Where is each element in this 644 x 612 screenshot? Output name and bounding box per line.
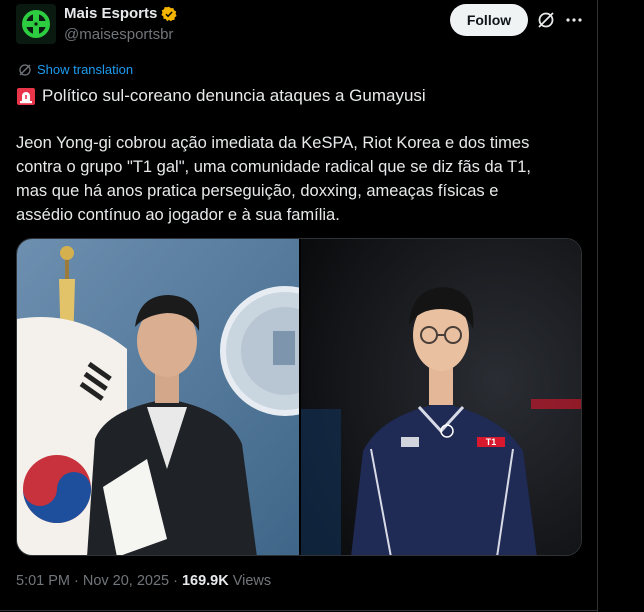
show-translation-link[interactable]: Show translation	[18, 62, 133, 77]
body-line: Jeon Yong-gi cobrou ação imediata da KeS…	[16, 134, 530, 152]
post-bottom-border	[0, 610, 597, 611]
more-dots-icon[interactable]	[564, 10, 584, 30]
post-body: Jeon Yong-gi cobrou ação imediata da KeS…	[16, 131, 586, 227]
post-metadata: 5:01 PM · Nov 20, 2025 · 169.9K Views	[16, 573, 271, 589]
post-date[interactable]: Nov 20, 2025	[83, 573, 169, 589]
photo-politician[interactable]	[17, 239, 299, 555]
column-divider	[597, 0, 598, 612]
show-translation-label: Show translation	[37, 62, 134, 77]
avatar[interactable]	[16, 4, 56, 44]
post-media: T1	[16, 238, 582, 556]
display-name[interactable]: Mais Esports	[64, 5, 157, 22]
post-headline: Político sul-coreano denuncia ataques a …	[16, 85, 586, 107]
grok-slash-icon[interactable]	[536, 10, 556, 30]
follow-button[interactable]: Follow	[450, 4, 528, 36]
author-name-row[interactable]: Mais Esports	[64, 5, 178, 22]
photo-player[interactable]: T1	[301, 239, 581, 555]
meta-separator: ·	[173, 573, 178, 589]
svg-text:T1: T1	[486, 437, 497, 447]
meta-separator: ·	[74, 573, 79, 589]
views-count[interactable]: 169.9K	[182, 573, 229, 589]
translate-globe-icon	[19, 63, 31, 76]
body-line: mas que há anos pratica perseguição, dox…	[16, 182, 499, 200]
siren-icon	[17, 88, 35, 105]
verified-badge-icon	[161, 6, 178, 21]
handle[interactable]: @maisesportsbr	[64, 26, 173, 43]
views-label: Views	[232, 573, 272, 589]
body-line: assédio contínuo ao jogador e à sua famí…	[16, 206, 340, 224]
headline-text: Político sul-coreano denuncia ataques a …	[42, 86, 426, 105]
post-time[interactable]: 5:01 PM	[16, 573, 70, 589]
body-line: contra o grupo "T1 gal", uma comunidade …	[16, 158, 531, 176]
mais-esports-logo	[16, 4, 56, 44]
